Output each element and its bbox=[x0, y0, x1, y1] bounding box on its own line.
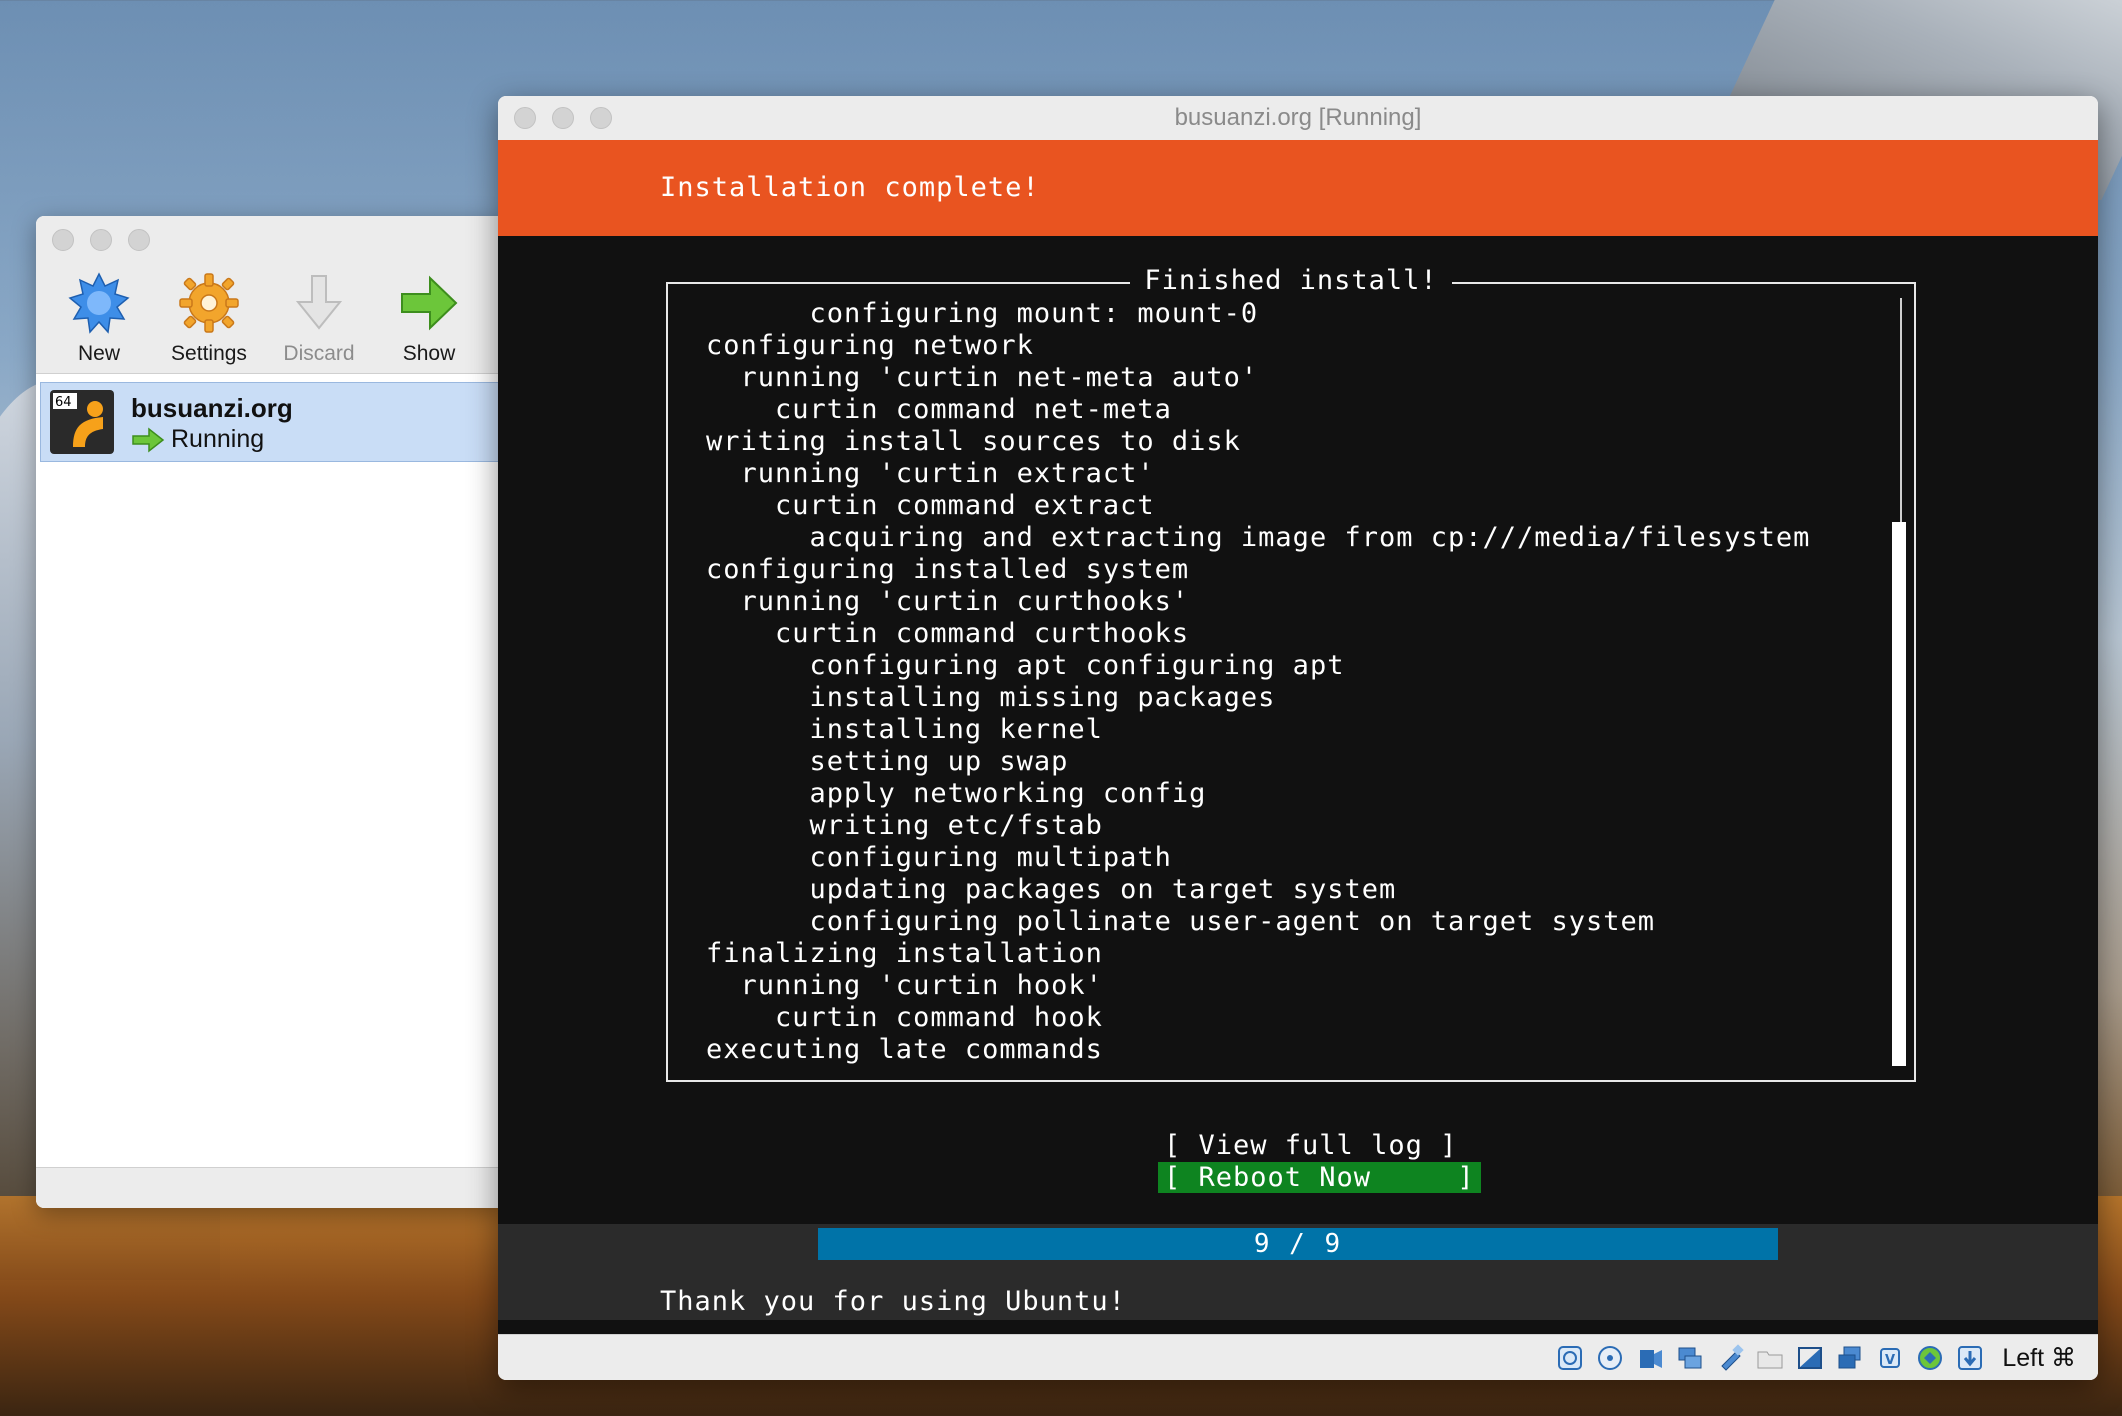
installer-header: Installation complete! bbox=[498, 140, 2098, 236]
vm-arch-badge: 64 bbox=[55, 395, 72, 410]
show-button[interactable]: Show bbox=[374, 262, 484, 366]
show-label: Show bbox=[402, 342, 456, 365]
log-line: setting up swap bbox=[706, 746, 1069, 777]
log-line: installing missing packages bbox=[706, 682, 1276, 713]
frame-title: Finished install! bbox=[668, 265, 1914, 296]
zoom-button[interactable] bbox=[128, 229, 150, 251]
log-line: configuring network bbox=[706, 330, 1034, 361]
vm-name: busuanzi.org bbox=[131, 393, 293, 423]
log-line: installing kernel bbox=[706, 714, 1103, 745]
view-full-log-button[interactable]: [ View full log ] bbox=[1158, 1130, 1463, 1161]
installer-header-title: Installation complete! bbox=[660, 172, 1040, 203]
frame-title-text: Finished install! bbox=[1130, 265, 1452, 296]
log-line: configuring mount: mount-0 bbox=[706, 298, 1259, 329]
keyboard-capture-icon[interactable] bbox=[1954, 1342, 1986, 1374]
log-line: curtin command net-meta bbox=[706, 394, 1172, 425]
vm-statusbar: V Left ⌘ bbox=[498, 1334, 2098, 1380]
host-key-indicator[interactable]: Left ⌘ bbox=[2002, 1343, 2076, 1373]
log-line: executing late commands bbox=[706, 1034, 1103, 1065]
svg-text:V: V bbox=[1885, 1353, 1895, 1368]
log-line: running 'curtin net-meta auto' bbox=[706, 362, 1259, 393]
log-line: acquiring and extracting image from cp:/… bbox=[706, 522, 1811, 553]
shared-folder-icon[interactable] bbox=[1754, 1342, 1786, 1374]
virtualbox-manager-window: New Settings Discard Show 64 busuanzi.or… bbox=[36, 216, 506, 1208]
settings-button[interactable]: Settings bbox=[154, 262, 264, 366]
manager-bottom-bar bbox=[36, 1167, 506, 1208]
log-line: finalizing installation bbox=[706, 938, 1103, 969]
log-line: running 'curtin curthooks' bbox=[706, 586, 1190, 617]
install-progress-bar: 9 / 9 bbox=[818, 1228, 1778, 1260]
audio-icon[interactable] bbox=[1634, 1342, 1666, 1374]
log-line: apply networking config bbox=[706, 778, 1207, 809]
install-log-frame: Finished install! configuring mount: mou… bbox=[666, 265, 1916, 1082]
ubuntu-os-icon: 64 bbox=[49, 389, 115, 455]
vm-console-window: busuanzi.org [Running] Installation comp… bbox=[498, 96, 2098, 1380]
cpu-icon[interactable]: V bbox=[1874, 1342, 1906, 1374]
installer-status-bar: 9 / 9 Thank you for using Ubuntu! bbox=[498, 1224, 2098, 1320]
show-arrow-icon bbox=[396, 270, 462, 336]
new-label: New bbox=[77, 342, 120, 365]
log-line: configuring apt configuring apt bbox=[706, 650, 1345, 681]
settings-label: Settings bbox=[171, 342, 247, 365]
network-icon[interactable] bbox=[1674, 1342, 1706, 1374]
log-scrollbar-thumb[interactable] bbox=[1892, 522, 1906, 1066]
display-icon[interactable] bbox=[1794, 1342, 1826, 1374]
video-capture-icon[interactable] bbox=[1834, 1342, 1866, 1374]
log-line: writing install sources to disk bbox=[706, 426, 1241, 457]
hard-disk-icon[interactable] bbox=[1554, 1342, 1586, 1374]
log-line: writing etc/fstab bbox=[706, 810, 1103, 841]
log-line: curtin command extract bbox=[706, 490, 1155, 521]
footer-message: Thank you for using Ubuntu! bbox=[660, 1286, 1126, 1317]
vm-state: Running bbox=[131, 425, 264, 454]
progress-label: 9 / 9 bbox=[1253, 1229, 1343, 1259]
manager-titlebar bbox=[36, 216, 506, 262]
vm-list-item[interactable]: 64 busuanzi.org Running bbox=[40, 382, 506, 462]
manager-toolbar: New Settings Discard Show bbox=[36, 262, 506, 374]
running-arrow-icon bbox=[132, 426, 165, 453]
discard-button[interactable]: Discard bbox=[264, 262, 374, 366]
discard-arrow-icon bbox=[286, 270, 352, 336]
settings-gear-icon bbox=[176, 270, 242, 336]
new-vm-icon bbox=[66, 270, 132, 336]
close-button[interactable] bbox=[52, 229, 74, 251]
log-line: configuring installed system bbox=[706, 554, 1190, 585]
guest-screen[interactable]: Installation complete! Finished install!… bbox=[498, 140, 2098, 1334]
optical-disk-icon[interactable] bbox=[1594, 1342, 1626, 1374]
vm-titlebar: busuanzi.org [Running] bbox=[498, 96, 2098, 141]
log-line: configuring pollinate user-agent on targ… bbox=[706, 906, 1656, 937]
log-line: curtin command curthooks bbox=[706, 618, 1190, 649]
reboot-now-button[interactable]: [ Reboot Now ] bbox=[1158, 1162, 1481, 1193]
log-line: configuring multipath bbox=[706, 842, 1172, 873]
window-title: busuanzi.org [Running] bbox=[1174, 104, 1422, 131]
usb-icon[interactable] bbox=[1714, 1342, 1746, 1374]
log-line: updating packages on target system bbox=[706, 874, 1397, 905]
mouse-integration-icon[interactable] bbox=[1914, 1342, 1946, 1374]
log-line: running 'curtin extract' bbox=[706, 458, 1155, 489]
log-line: curtin command hook bbox=[706, 1002, 1103, 1033]
vm-state-label: Running bbox=[171, 425, 265, 453]
minimize-button[interactable] bbox=[90, 229, 112, 251]
install-log: configuring mount: mount-0 configuring n… bbox=[706, 298, 1810, 1066]
window-controls bbox=[52, 229, 150, 251]
discard-label: Discard bbox=[283, 342, 355, 365]
log-line: running 'curtin hook' bbox=[706, 970, 1103, 1001]
new-button[interactable]: New bbox=[44, 262, 154, 366]
